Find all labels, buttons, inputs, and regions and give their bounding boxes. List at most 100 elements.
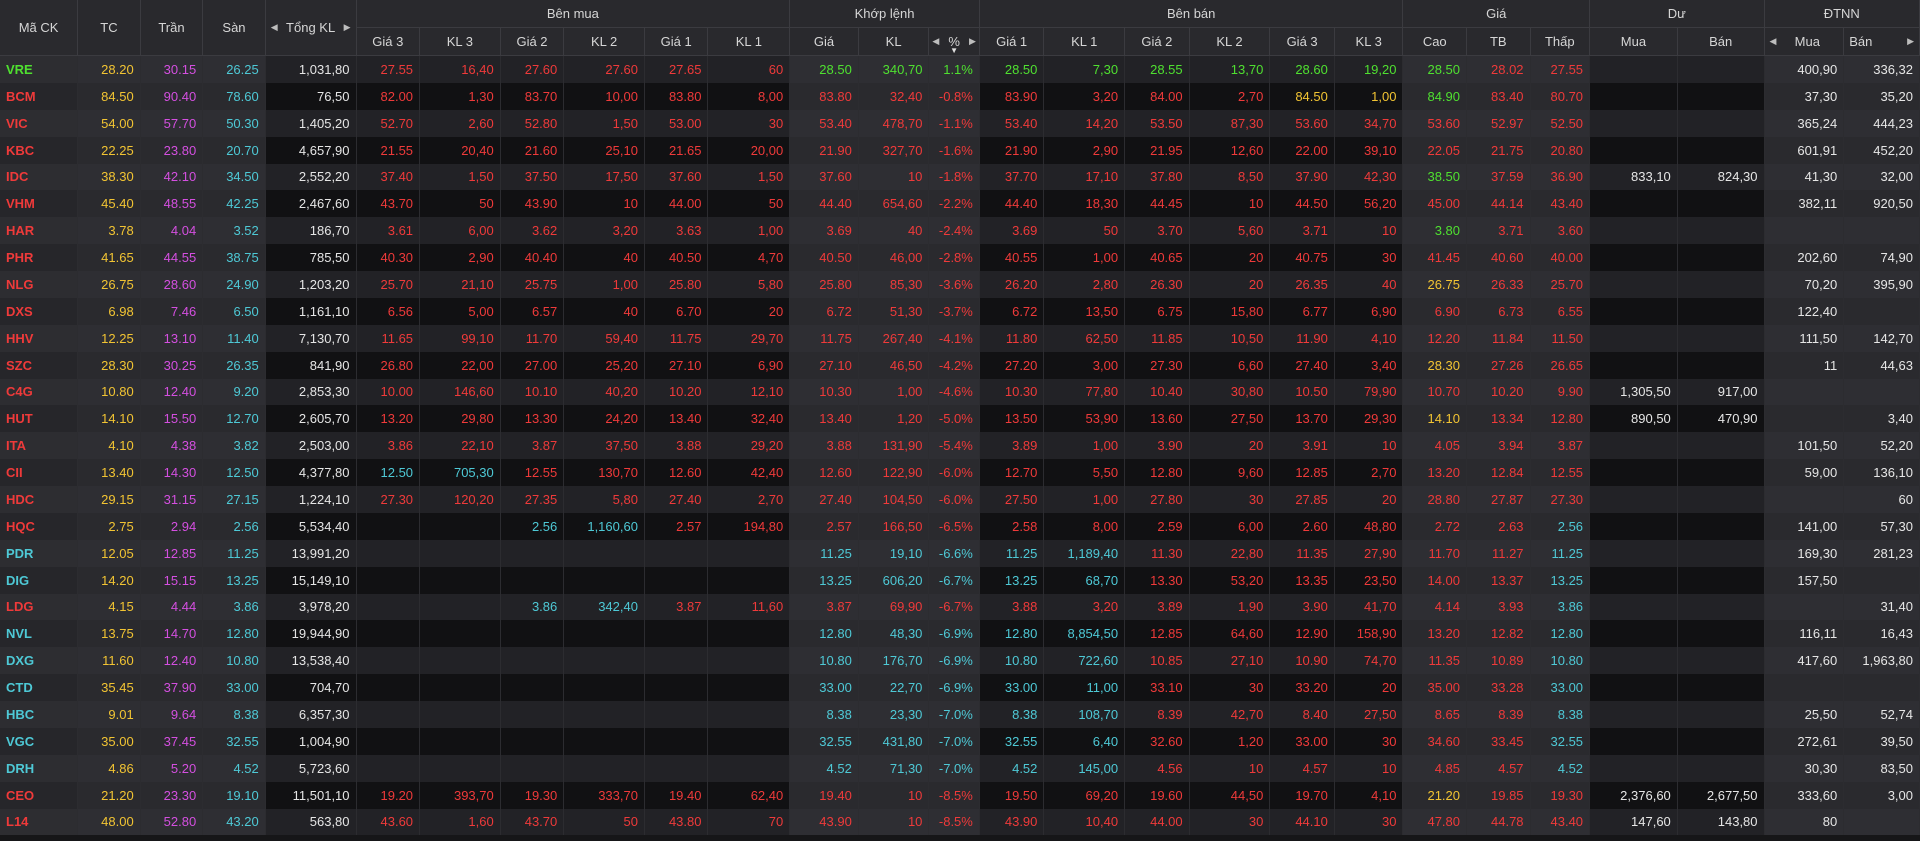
table-row[interactable]: VRE 28.20 30.15 26.25 1,031,80 27.55 16,40 27.6… bbox=[0, 55, 1920, 83]
symbol-cell[interactable]: LDG bbox=[0, 593, 79, 621]
caret-left-icon[interactable]: ◀ bbox=[1770, 36, 1777, 47]
header-bid-price3[interactable]: Giá 3 bbox=[356, 27, 421, 56]
table-row[interactable]: DRH 4.86 5.20 4.52 5,723,60 4.52 71,30 -7.0% 4.5… bbox=[0, 754, 1920, 782]
header-match-price[interactable]: Giá bbox=[789, 27, 859, 56]
symbol-cell[interactable]: PDR bbox=[0, 539, 79, 567]
header-bid-vol2[interactable]: KL 2 bbox=[563, 27, 645, 56]
symbol-cell[interactable]: VGC bbox=[0, 727, 79, 755]
symbol-cell[interactable]: ITA bbox=[0, 432, 79, 460]
table-row[interactable]: SZC 28.30 30.25 26.35 841,90 26.80 22,00 27.00 2… bbox=[0, 351, 1920, 379]
symbol-cell[interactable]: DRH bbox=[0, 754, 79, 782]
table-row[interactable]: KBC 22.25 23.80 20.70 4,657,90 21.55 20,40 21.6… bbox=[0, 136, 1920, 164]
header-average[interactable]: TB bbox=[1466, 27, 1531, 56]
bid-vol2-cell: 10 bbox=[563, 190, 645, 218]
symbol-cell[interactable]: VIC bbox=[0, 109, 79, 137]
table-row[interactable]: DXS 6.98 7.46 6.50 1,161,10 6.56 5,00 6.57 40 6.7… bbox=[0, 297, 1920, 325]
header-symbol[interactable]: Mã CK bbox=[0, 0, 79, 56]
caret-right-icon[interactable]: ▶ bbox=[969, 36, 976, 47]
table-row[interactable]: CTD 35.45 37.90 33.00 704,70 33.00 22,70 -6.9% 3… bbox=[0, 674, 1920, 701]
table-row[interactable]: HBC 9.01 9.64 8.38 6,357,30 8.38 23,30 -7.0% 8.3… bbox=[0, 701, 1920, 728]
table-row[interactable]: VHM 45.40 48.55 42.25 2,467,60 43.70 50 43.90 10… bbox=[0, 190, 1920, 218]
table-row[interactable]: HUT 14.10 15.50 12.70 2,605,70 13.20 29,80 13.3… bbox=[0, 405, 1920, 433]
table-row[interactable]: HAR 3.78 4.04 3.52 186,70 3.61 6,00 3.62 3,20 3.6… bbox=[0, 217, 1920, 245]
header-ref[interactable]: TC bbox=[77, 0, 141, 56]
table-row[interactable]: ITA 4.10 4.38 3.82 2,503,00 3.86 22,10 3.87 37,5… bbox=[0, 432, 1920, 460]
bid-vol1-cell: 12,10 bbox=[707, 378, 791, 406]
header-residual-sell[interactable]: Bán bbox=[1677, 27, 1765, 56]
header-foreign-buy[interactable]: ◀ Mua bbox=[1764, 27, 1845, 56]
symbol-cell[interactable]: KBC bbox=[0, 136, 79, 164]
table-row[interactable]: HHV 12.25 13.10 11.40 7,130,70 11.65 99,10 11.7… bbox=[0, 324, 1920, 352]
header-ask-vol2[interactable]: KL 2 bbox=[1189, 27, 1271, 56]
table-row[interactable]: C4G 10.80 12.40 9.20 2,853,30 10.00 146,60 10.1… bbox=[0, 378, 1920, 406]
low-price-cell: 27.30 bbox=[1530, 486, 1591, 513]
table-row[interactable]: NVL 13.75 14.70 12.80 19,944,90 12.80 48,30 -6.… bbox=[0, 620, 1920, 648]
symbol-cell[interactable]: NLG bbox=[0, 271, 79, 298]
table-row[interactable]: L14 48.00 52.80 43.20 563,80 43.60 1,60 43.70 50… bbox=[0, 808, 1920, 836]
table-row[interactable]: VGC 35.00 37.45 32.55 1,004,90 32.55 431,80 -7.… bbox=[0, 727, 1920, 755]
table-row[interactable]: HDC 29.15 31.15 27.15 1,224,10 27.30 120,20 27.… bbox=[0, 486, 1920, 513]
header-floor[interactable]: Sàn bbox=[202, 0, 266, 56]
caret-left-icon[interactable]: ◀ bbox=[932, 36, 939, 47]
header-high[interactable]: Cao bbox=[1402, 27, 1468, 56]
header-bid-price2[interactable]: Giá 2 bbox=[500, 27, 565, 56]
symbol-cell[interactable]: PHR bbox=[0, 244, 79, 271]
caret-right-icon[interactable]: ▶ bbox=[344, 22, 351, 33]
header-bid-price1[interactable]: Giá 1 bbox=[644, 27, 709, 56]
symbol-cell[interactable]: HDC bbox=[0, 486, 79, 513]
header-foreign-sell[interactable]: Bán ▶ bbox=[1843, 27, 1920, 56]
symbol-cell[interactable]: VRE bbox=[0, 55, 79, 83]
foreign-sell-cell: 920,50 bbox=[1843, 190, 1920, 218]
symbol-cell[interactable]: DXG bbox=[0, 647, 79, 675]
header-ask-vol1[interactable]: KL 1 bbox=[1043, 27, 1126, 56]
residual-sell-cell bbox=[1677, 55, 1765, 83]
symbol-cell[interactable]: VHM bbox=[0, 190, 79, 218]
header-bid-vol3[interactable]: KL 3 bbox=[419, 27, 501, 56]
symbol-cell[interactable]: HBC bbox=[0, 701, 79, 728]
symbol-cell[interactable]: CII bbox=[0, 459, 79, 486]
table-row[interactable]: HQC 2.75 2.94 2.56 5,534,40 2.56 1,160,60 2.57 1… bbox=[0, 512, 1920, 540]
symbol-cell[interactable]: L14 bbox=[0, 808, 79, 836]
symbol-cell[interactable]: CEO bbox=[0, 781, 79, 809]
total-volume-cell: 13,991,20 bbox=[265, 539, 357, 567]
header-ask-price1[interactable]: Giá 1 bbox=[979, 27, 1045, 56]
caret-left-icon[interactable]: ◀ bbox=[271, 22, 278, 33]
header-ask-price3[interactable]: Giá 3 bbox=[1269, 27, 1335, 56]
table-row[interactable]: CEO 21.20 23.30 19.10 11,501,10 19.20 393,70 19… bbox=[0, 781, 1920, 809]
table-row[interactable]: CII 13.40 14.30 12.50 4,377,80 12.50 705,30 12.… bbox=[0, 459, 1920, 486]
header-match-pct[interactable]: ◀% ▼ ▶ bbox=[928, 27, 980, 56]
table-row[interactable]: NLG 26.75 28.60 24.90 1,203,20 25.70 21,10 25.7… bbox=[0, 271, 1920, 298]
header-total-volume[interactable]: ◀ Tổng KL ▶ bbox=[265, 0, 357, 56]
table-row[interactable]: BCM 84.50 90.40 78.60 76,50 82.00 1,30 83.70 10,… bbox=[0, 82, 1920, 110]
bid-price3-cell: 13.20 bbox=[356, 405, 421, 433]
symbol-cell[interactable]: SZC bbox=[0, 351, 79, 379]
table-row[interactable]: PHR 41.65 44.55 38.75 785,50 40.30 2,90 40.40 40… bbox=[0, 244, 1920, 271]
table-row[interactable]: LDG 4.15 4.44 3.86 3,978,20 3.86 342,40 3.87 11,… bbox=[0, 593, 1920, 621]
symbol-cell[interactable]: CTD bbox=[0, 674, 79, 701]
header-ceiling[interactable]: Trần bbox=[140, 0, 204, 56]
symbol-cell[interactable]: HAR bbox=[0, 217, 79, 245]
caret-right-icon[interactable]: ▶ bbox=[1907, 36, 1914, 47]
symbol-cell[interactable]: NVL bbox=[0, 620, 79, 648]
table-row[interactable]: DXG 11.60 12.40 10.80 13,538,40 10.80 176,70 -6… bbox=[0, 647, 1920, 675]
header-match-vol[interactable]: KL bbox=[858, 27, 930, 56]
symbol-cell[interactable]: IDC bbox=[0, 163, 79, 191]
header-residual-buy[interactable]: Mua bbox=[1589, 27, 1678, 56]
header-bid-vol1[interactable]: KL 1 bbox=[707, 27, 791, 56]
header-ask-vol3[interactable]: KL 3 bbox=[1334, 27, 1404, 56]
table-row[interactable]: DIG 14.20 15.15 13.25 15,149,10 13.25 606,20 -6… bbox=[0, 566, 1920, 594]
symbol-cell[interactable]: DXS bbox=[0, 297, 79, 325]
symbol-cell[interactable]: DIG bbox=[0, 566, 79, 594]
symbol-cell[interactable]: HQC bbox=[0, 512, 79, 540]
symbol-cell[interactable]: HUT bbox=[0, 405, 79, 433]
symbol-cell[interactable]: HHV bbox=[0, 324, 79, 352]
header-low[interactable]: Thấp bbox=[1530, 27, 1591, 56]
header-ask-price2[interactable]: Giá 2 bbox=[1124, 27, 1190, 56]
symbol-cell[interactable]: BCM bbox=[0, 82, 79, 110]
bid-price2-cell: 43.90 bbox=[500, 190, 565, 218]
residual-sell-cell bbox=[1677, 647, 1765, 675]
table-row[interactable]: PDR 12.05 12.85 11.25 13,991,20 11.25 19,10 -6.… bbox=[0, 539, 1920, 567]
symbol-cell[interactable]: C4G bbox=[0, 378, 79, 406]
table-row[interactable]: IDC 38.30 42.10 34.50 2,552,20 37.40 1,50 37.50… bbox=[0, 163, 1920, 191]
table-row[interactable]: VIC 54.00 57.70 50.30 1,405,20 52.70 2,60 52.80… bbox=[0, 109, 1920, 137]
